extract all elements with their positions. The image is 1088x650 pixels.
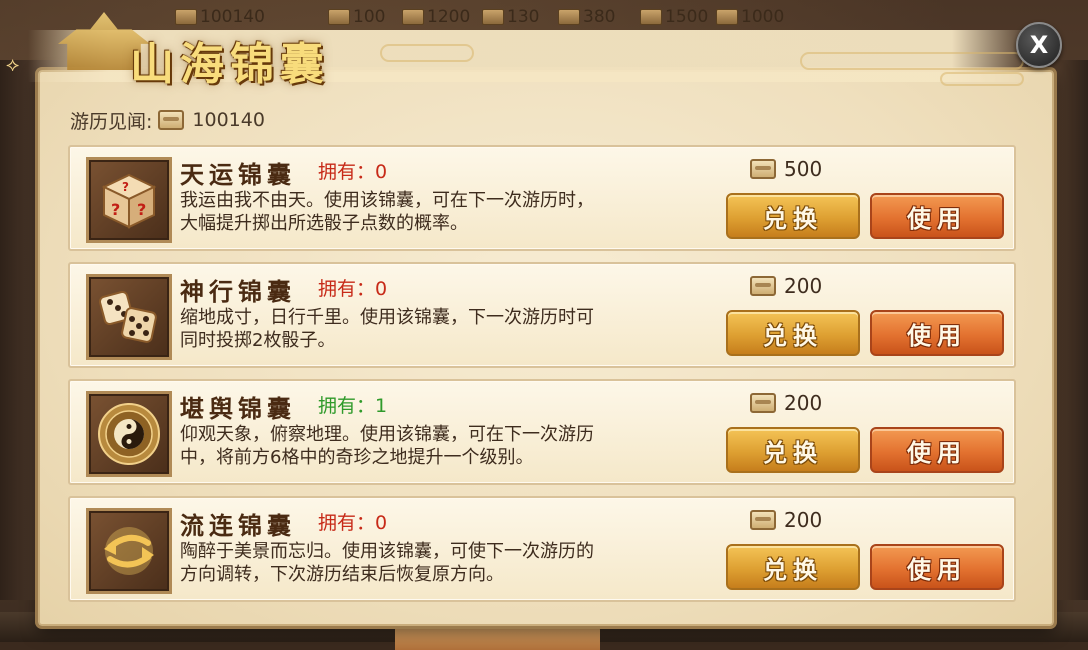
scroll-icon bbox=[750, 276, 776, 296]
svg-text:?: ? bbox=[122, 180, 129, 194]
item-description: 我运由我不由天。使用该锦囊，可在下一次游历时， 大幅提升掷出所选骰子点数的概率。 bbox=[180, 189, 710, 235]
balance-row: 游历见闻: 100140 bbox=[70, 107, 265, 133]
svg-text:?: ? bbox=[137, 200, 146, 219]
scroll-icon bbox=[750, 510, 776, 530]
item-name: 堪舆锦囊 bbox=[180, 394, 296, 423]
scroll-icon bbox=[158, 110, 185, 130]
resource-value: 1200 bbox=[427, 7, 471, 27]
item-description: 缩地成寸，日行千里。使用该锦囊，下一次游历时可 同时投掷2枚骰子。 bbox=[180, 306, 710, 352]
svg-text:?: ? bbox=[111, 200, 120, 219]
owned-count: 拥有：0 bbox=[318, 161, 388, 183]
price-value: 500 bbox=[784, 157, 823, 181]
resource-value: 1000 bbox=[741, 7, 785, 27]
resource-value: 1500 bbox=[665, 7, 709, 27]
cloud-decoration bbox=[380, 44, 474, 62]
item-row: 神行锦囊 拥有：0 缩地成寸，日行千里。使用该锦囊，下一次游历时可 同时投掷2枚… bbox=[68, 262, 1016, 368]
resource-stat: 380 bbox=[558, 0, 615, 34]
cloud-decoration bbox=[940, 72, 1024, 86]
close-button[interactable]: X bbox=[1016, 22, 1062, 68]
item-description: 陶醉于美景而忘归。使用该锦囊，可使下一次游历的 方向调转，下次游历结束后恢复原方… bbox=[180, 540, 710, 586]
use-button[interactable]: 使用 bbox=[870, 427, 1004, 473]
dialog-header: 山海锦囊 bbox=[58, 6, 388, 90]
description-line: 我运由我不由天。使用该锦囊，可在下一次游历时， bbox=[180, 190, 594, 211]
use-button[interactable]: 使用 bbox=[870, 544, 1004, 590]
description-line: 缩地成寸，日行千里。使用该锦囊，下一次游历时可 bbox=[180, 307, 594, 328]
mystery-dice-icon: ? ? ? bbox=[86, 157, 172, 243]
owned-count: 拥有：1 bbox=[318, 395, 388, 417]
item-price: 200 bbox=[750, 391, 822, 415]
resource-icon bbox=[716, 9, 738, 25]
use-button[interactable]: 使用 bbox=[870, 310, 1004, 356]
exchange-button[interactable]: 兑换 bbox=[726, 544, 860, 590]
exchange-button[interactable]: 兑换 bbox=[726, 427, 860, 473]
exchange-button[interactable]: 兑换 bbox=[726, 310, 860, 356]
resource-icon bbox=[482, 9, 504, 25]
description-line: 仰观天象，俯察地理。使用该锦囊，可在下一次游历 bbox=[180, 424, 594, 445]
price-value: 200 bbox=[784, 391, 823, 415]
use-button[interactable]: 使用 bbox=[870, 193, 1004, 239]
scroll-icon bbox=[750, 159, 776, 179]
resource-stat: 1200 bbox=[402, 0, 470, 34]
cloud-decoration bbox=[800, 52, 1024, 70]
description-line: 大幅提升掷出所选骰子点数的概率。 bbox=[180, 213, 468, 234]
item-name: 神行锦囊 bbox=[180, 277, 296, 306]
resource-stat: 130 bbox=[482, 0, 539, 34]
resource-icon bbox=[640, 9, 662, 25]
balance-label: 游历见闻: bbox=[70, 110, 153, 133]
resource-stat: 1000 bbox=[716, 0, 784, 34]
dialog-title: 山海锦囊 bbox=[130, 39, 330, 90]
owned-count: 拥有：0 bbox=[318, 512, 388, 534]
reverse-arrows-icon bbox=[86, 508, 172, 594]
item-row: 流连锦囊 拥有：0 陶醉于美景而忘归。使用该锦囊，可使下一次游历的 方向调转，下… bbox=[68, 496, 1016, 602]
balance-value: 100140 bbox=[192, 109, 265, 131]
owned-count: 拥有：0 bbox=[318, 278, 388, 300]
description-line: 中，将前方6格中的奇珍之地提升一个级别。 bbox=[180, 447, 534, 468]
scroll-icon bbox=[750, 393, 776, 413]
resource-icon bbox=[402, 9, 424, 25]
item-name: 天运锦囊 bbox=[180, 160, 296, 189]
price-value: 200 bbox=[784, 274, 823, 298]
item-price: 200 bbox=[750, 508, 822, 532]
resource-icon bbox=[558, 9, 580, 25]
item-price: 200 bbox=[750, 274, 822, 298]
bird-icon: ⟡ bbox=[6, 52, 20, 76]
exchange-button[interactable]: 兑换 bbox=[726, 193, 860, 239]
resource-stat: 1500 bbox=[640, 0, 708, 34]
item-row: ? ? ? 天运锦囊 拥有：0 我运由我不由天。使用该锦囊，可在下一次游历时， … bbox=[68, 145, 1016, 251]
double-dice-icon bbox=[86, 274, 172, 360]
description-line: 同时投掷2枚骰子。 bbox=[180, 330, 336, 351]
resource-value: 380 bbox=[583, 7, 616, 27]
item-row: 堪舆锦囊 拥有：1 仰观天象，俯察地理。使用该锦囊，可在下一次游历 中，将前方6… bbox=[68, 379, 1016, 485]
description-line: 陶醉于美景而忘归。使用该锦囊，可使下一次游历的 bbox=[180, 541, 594, 562]
item-name: 流连锦囊 bbox=[180, 511, 296, 540]
resource-value: 130 bbox=[507, 7, 540, 27]
description-line: 方向调转，下次游历结束后恢复原方向。 bbox=[180, 564, 504, 585]
item-price: 500 bbox=[750, 157, 822, 181]
price-value: 200 bbox=[784, 508, 823, 532]
yin-yang-icon bbox=[86, 391, 172, 477]
item-description: 仰观天象，俯察地理。使用该锦囊，可在下一次游历 中，将前方6格中的奇珍之地提升一… bbox=[180, 423, 710, 469]
